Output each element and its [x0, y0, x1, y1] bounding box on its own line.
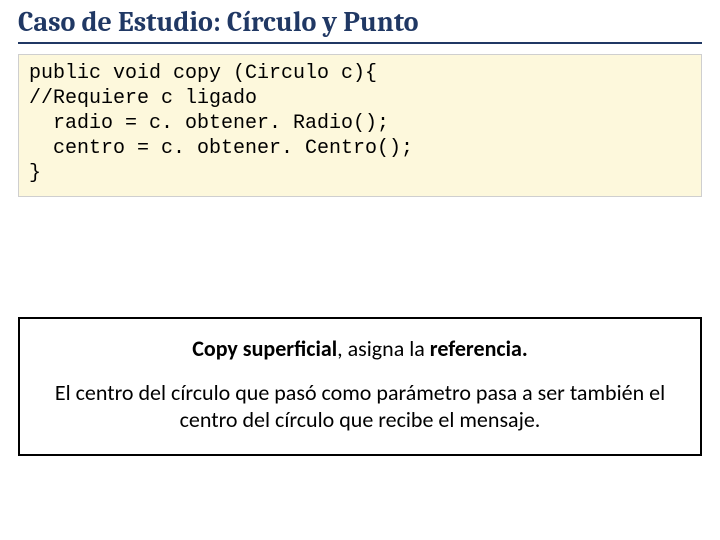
callout-head-bold: referencia. — [430, 335, 528, 362]
callout-head-bold: Copy superficial — [192, 335, 337, 362]
code-line: } — [29, 162, 41, 185]
code-line: public void copy (Circulo c){ — [29, 62, 377, 85]
code-block: public void copy (Circulo c){ //Requiere… — [18, 54, 702, 197]
code-line: radio = c. obtener. Radio(); — [29, 112, 389, 135]
callout-head-text: , asigna la — [337, 335, 430, 362]
code-line: centro = c. obtener. Centro(); — [29, 137, 413, 160]
page-title: Caso de Estudio: Círculo y Punto — [18, 0, 702, 44]
callout-body: El centro del círculo que pasó como pará… — [34, 379, 686, 434]
slide: Caso de Estudio: Círculo y Punto public … — [0, 0, 720, 540]
callout-box: Copy superficial, asigna la referencia. … — [18, 317, 702, 456]
code-line: //Requiere c ligado — [29, 87, 257, 110]
callout-head: Copy superficial, asigna la referencia. — [34, 335, 686, 363]
